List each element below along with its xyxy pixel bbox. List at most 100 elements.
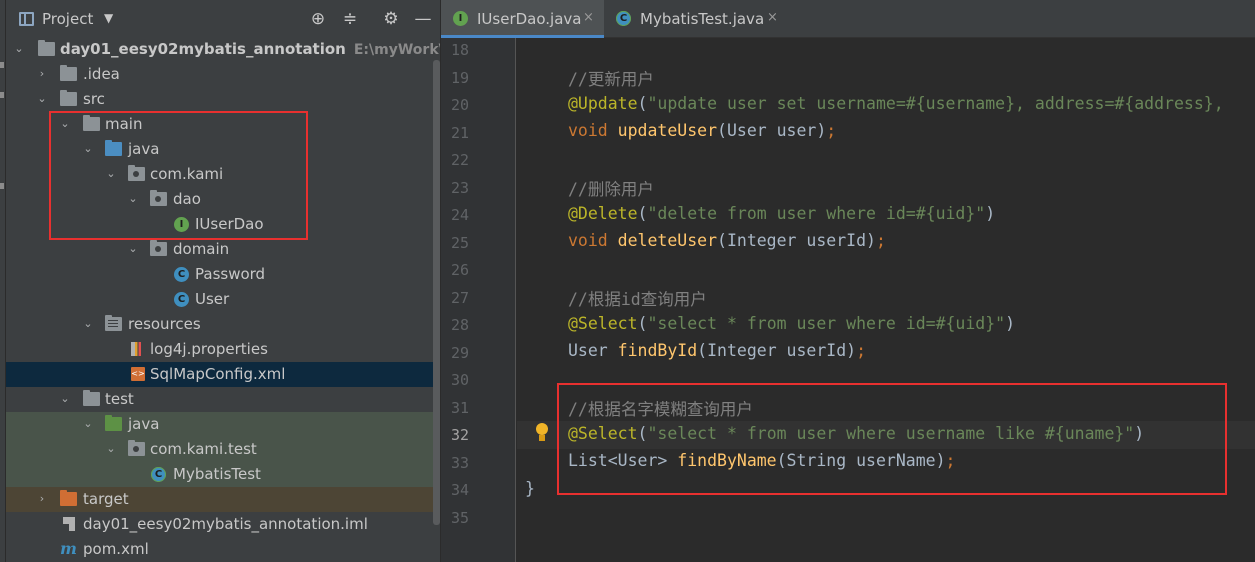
code-type: List<User> — [568, 451, 678, 470]
code-type: User — [568, 341, 618, 360]
code-line[interactable]: @Select("select * from user where id=#{u… — [568, 314, 1015, 333]
stripe-marker — [0, 62, 4, 68]
hide-icon[interactable]: — — [412, 8, 434, 30]
code-line[interactable]: List<User> findByName(String userName); — [568, 451, 955, 470]
tab-iuserdao[interactable]: I IUserDao.java × — [441, 0, 604, 38]
tree-item-iuserdao[interactable]: I IUserDao — [6, 212, 440, 237]
collapse-all-icon[interactable]: ≑ — [339, 8, 361, 30]
gear-icon[interactable]: ⚙ — [380, 8, 402, 30]
close-icon[interactable]: × — [583, 10, 594, 25]
tree-item-test[interactable]: ⌄ test — [6, 387, 440, 412]
code-method-name: updateUser — [617, 121, 718, 140]
package-icon — [128, 440, 145, 456]
tree-item-target[interactable]: › target — [6, 487, 440, 512]
code-semicolon: ; — [945, 451, 956, 470]
line-number: 29 — [450, 344, 469, 362]
chevron-down-icon[interactable]: ⌄ — [81, 142, 95, 156]
chevron-down-icon[interactable]: ⌄ — [58, 392, 72, 406]
code-annotation: @Select — [568, 314, 638, 333]
tree-item-file[interactable]: m pom.xml — [6, 537, 440, 562]
code-string: "select * from user where id=#{uid}" — [647, 314, 1006, 333]
tree-item-file[interactable]: log4j.properties — [6, 337, 440, 362]
chevron-right-icon[interactable]: › — [35, 67, 49, 81]
line-number: 23 — [450, 179, 469, 197]
project-panel-title[interactable]: Project — [42, 10, 93, 28]
code-line[interactable]: @Delete("delete from user where id=#{uid… — [568, 204, 995, 223]
code-semicolon: ; — [856, 341, 867, 360]
tree-item-label: src — [83, 90, 105, 108]
code-annotation: @Update — [568, 94, 638, 113]
test-class-icon: C — [616, 11, 631, 26]
chevron-down-icon[interactable]: ⌄ — [126, 192, 140, 206]
line-number: 34 — [450, 481, 469, 499]
chevron-right-icon[interactable]: › — [35, 492, 49, 506]
tree-item-package[interactable]: ⌄ com.kami.test — [6, 437, 440, 462]
excluded-folder-icon — [60, 490, 77, 506]
code-line[interactable]: @Update("update user set username=#{user… — [568, 94, 1224, 113]
tree-item-file[interactable]: day01_eesy02mybatis_annotation.iml — [6, 512, 440, 537]
tree-item-label: java — [128, 415, 160, 433]
class-icon: C — [174, 267, 189, 282]
tree-scrollbar[interactable] — [433, 60, 440, 525]
line-number: 18 — [450, 41, 469, 59]
line-number: 22 — [450, 151, 469, 169]
tree-item-test-class[interactable]: C MybatisTest — [6, 462, 440, 487]
tree-item-class[interactable]: C Password — [6, 262, 440, 287]
tab-label: IUserDao.java — [477, 10, 582, 28]
tree-item-label: Password — [195, 265, 266, 283]
code-line[interactable]: void deleteUser(Integer userId); — [568, 231, 886, 250]
code-comment[interactable]: //根据id查询用户 — [568, 286, 707, 310]
tree-item-test-java[interactable]: ⌄ java — [6, 412, 440, 437]
chevron-down-icon[interactable]: ⌄ — [58, 117, 72, 131]
code-comment[interactable]: //删除用户 — [568, 176, 654, 200]
tree-item-label: java — [128, 140, 160, 158]
code-params: (User user) — [717, 121, 827, 140]
locate-icon[interactable]: ⊕ — [307, 8, 329, 30]
tree-item-idea[interactable]: › .idea — [6, 62, 440, 87]
chevron-down-icon[interactable]: ⌄ — [81, 317, 95, 331]
intention-bulb-icon[interactable] — [536, 423, 548, 443]
tree-item-file-selected[interactable]: <> SqlMapConfig.xml — [6, 362, 440, 387]
test-class-icon: C — [151, 467, 166, 482]
code-comment[interactable]: //更新用户 — [568, 66, 654, 90]
code-line[interactable]: void updateUser(User user); — [568, 121, 836, 140]
tree-item-main[interactable]: ⌄ main — [6, 112, 440, 137]
chevron-down-icon[interactable]: ⌄ — [126, 242, 140, 256]
tree-item-package[interactable]: ⌄ com.kami — [6, 162, 440, 187]
maven-file-icon: m — [60, 539, 77, 558]
code-line-current[interactable]: @Select("select * from user where userna… — [568, 424, 1144, 443]
tree-item-resources[interactable]: ⌄ resources — [6, 312, 440, 337]
interface-icon: I — [174, 217, 189, 232]
code-line[interactable]: User findById(Integer userId); — [568, 341, 866, 360]
tree-item-label: main — [105, 115, 143, 133]
chevron-down-icon[interactable]: ▼ — [104, 11, 113, 25]
xml-file-icon: <> — [131, 367, 145, 381]
chevron-down-icon[interactable]: ⌄ — [12, 42, 26, 56]
tree-item-label: pom.xml — [83, 540, 149, 558]
close-icon[interactable]: × — [767, 10, 778, 25]
tree-item-label: test — [105, 390, 134, 408]
tree-item-package[interactable]: ⌄ domain — [6, 237, 440, 262]
tree-item-package[interactable]: ⌄ dao — [6, 187, 440, 212]
tab-mybatistest[interactable]: C MybatisTest.java × — [604, 0, 787, 38]
code-paren: ( — [637, 424, 648, 443]
line-number: 25 — [450, 234, 469, 252]
line-number-gutter: 18 19 20 21 22 23 24 25 26 27 28 29 30 3… — [441, 38, 516, 562]
chevron-down-icon[interactable]: ⌄ — [104, 167, 118, 181]
chevron-down-icon[interactable]: ⌄ — [35, 92, 49, 106]
tree-item-module-root[interactable]: ⌄ day01_eesy02mybatis_annotation E:\myWor… — [6, 37, 440, 62]
chevron-down-icon[interactable]: ⌄ — [81, 417, 95, 431]
chevron-down-icon[interactable]: ⌄ — [104, 442, 118, 456]
line-number: 28 — [450, 316, 469, 334]
code-keyword: void — [568, 121, 618, 140]
tree-item-label: com.kami — [150, 165, 224, 183]
tree-item-java[interactable]: ⌄ java — [6, 137, 440, 162]
tree-item-class[interactable]: C User — [6, 287, 440, 312]
tree-item-label: domain — [173, 240, 230, 258]
project-panel: Project ▼ ⊕ ≑ ⚙ — ⌄ day01_eesy02mybatis_… — [6, 0, 440, 562]
code-comment[interactable]: //根据名字模糊查询用户 — [568, 396, 753, 420]
code-method-name: deleteUser — [617, 231, 718, 250]
code-closing-brace[interactable]: } — [525, 479, 535, 498]
tree-item-src[interactable]: ⌄ src — [6, 87, 440, 112]
code-string: "delete from user where id=#{uid}" — [647, 204, 986, 223]
